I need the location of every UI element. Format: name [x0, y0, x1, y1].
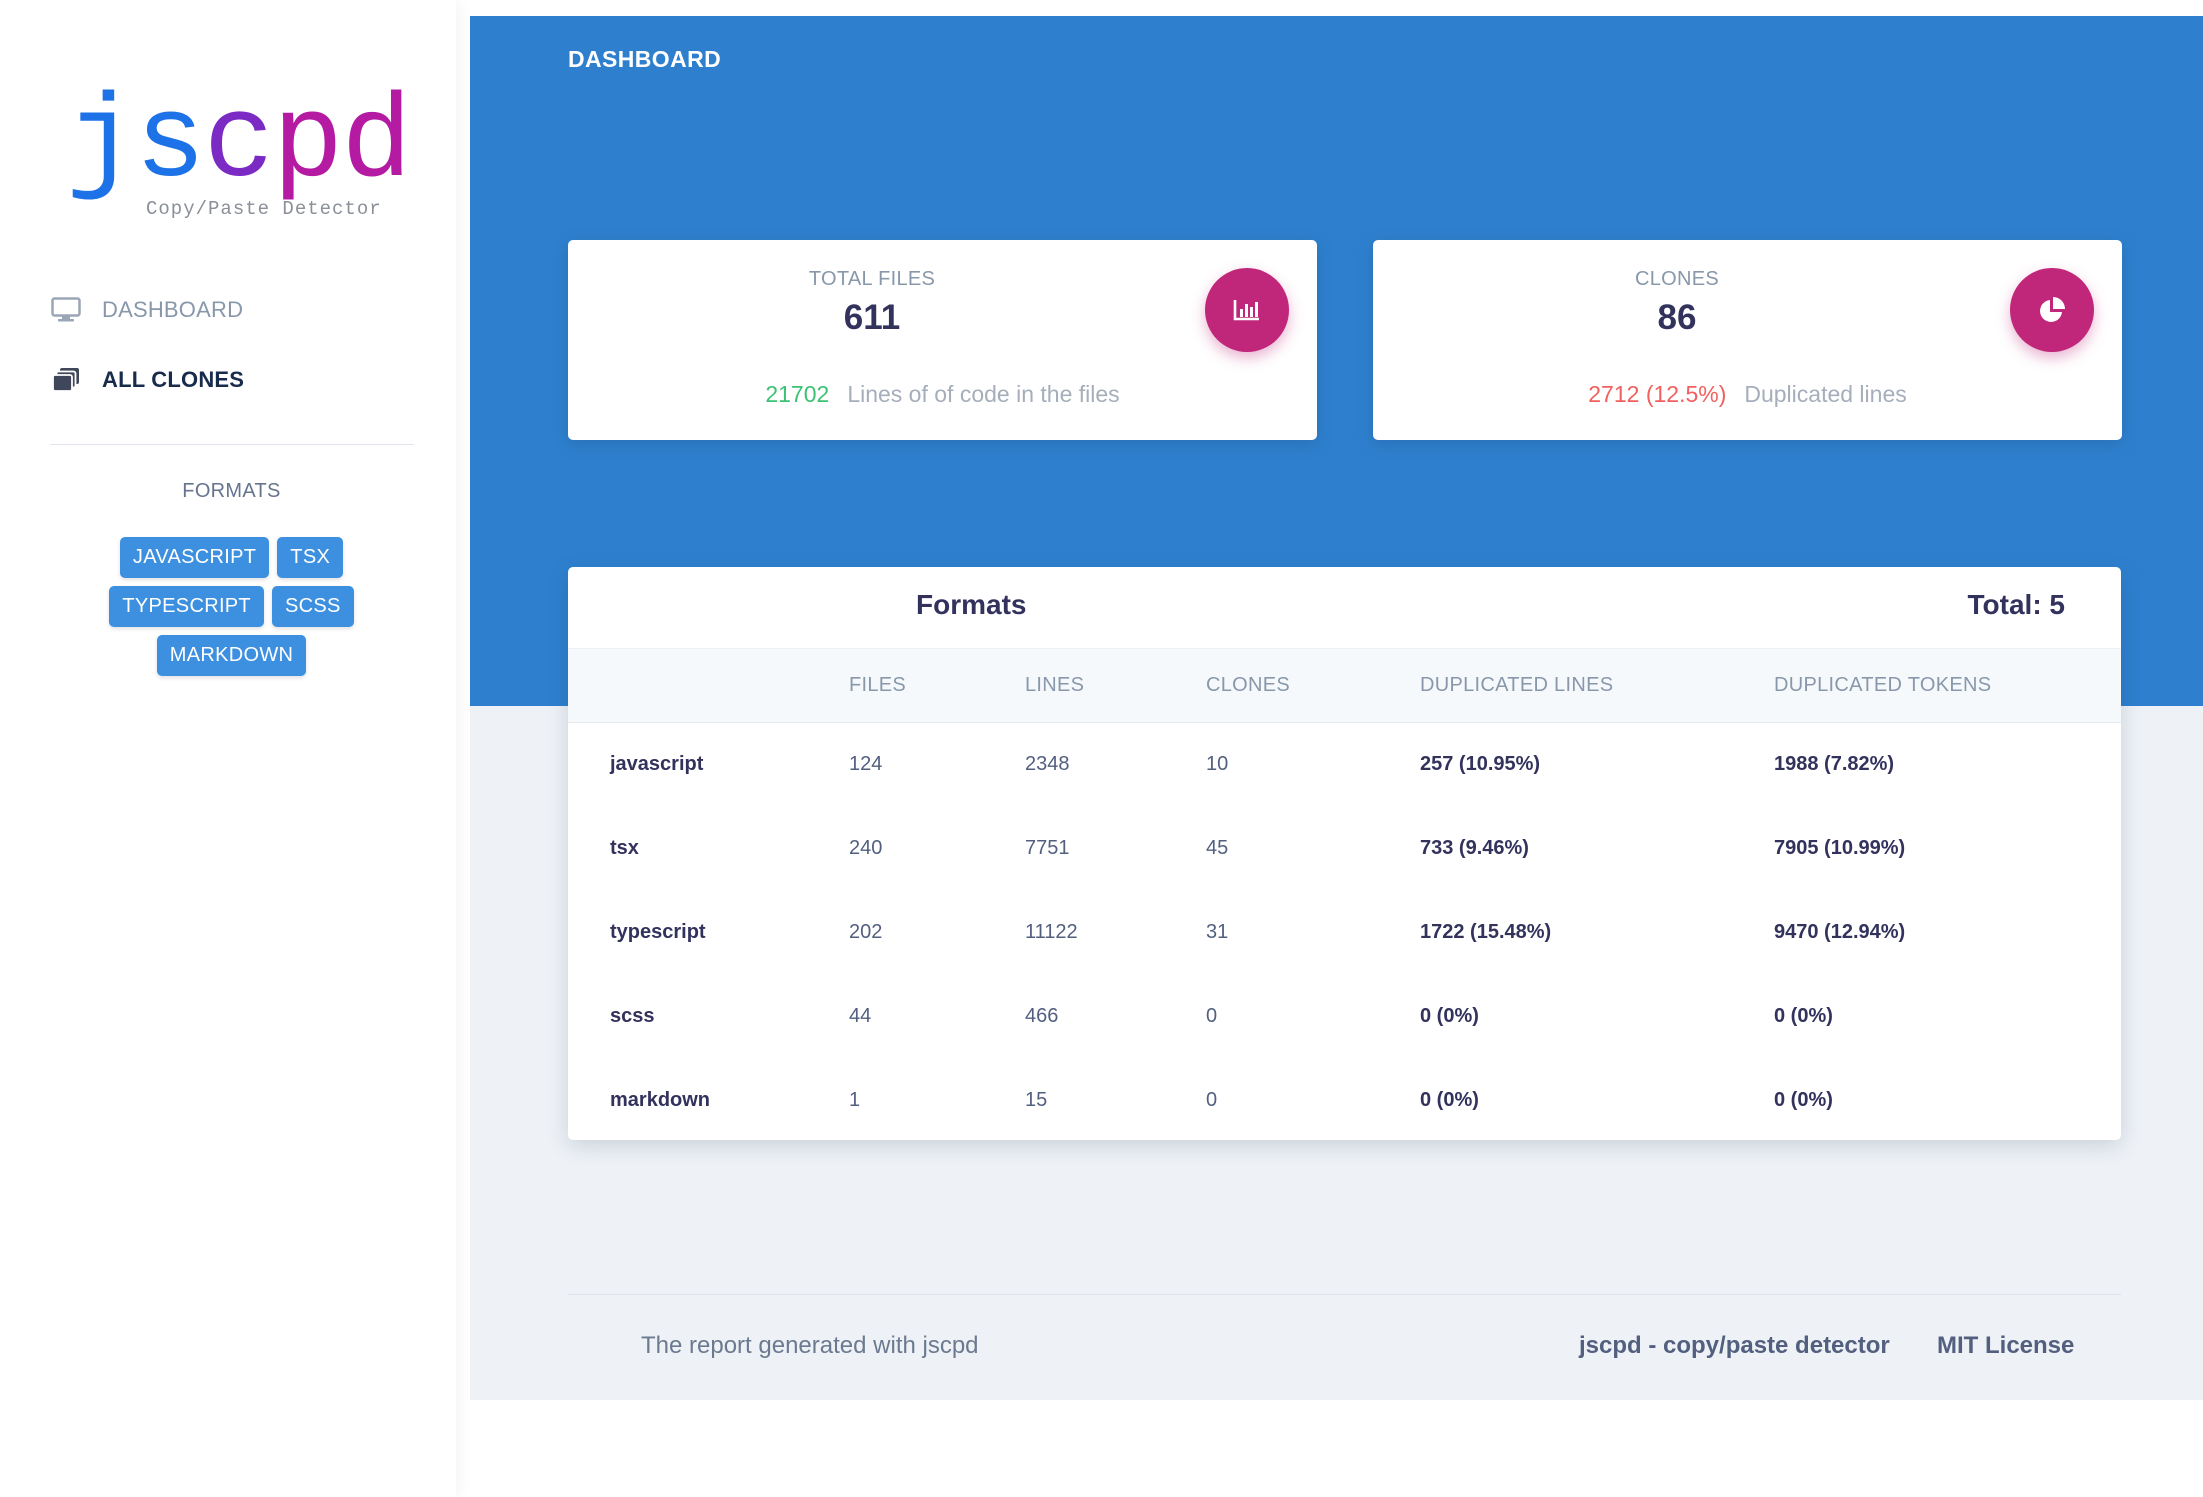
- total-files-card: TOTAL FILES 611 21702 Lines of of code in…: [568, 240, 1317, 440]
- bottom-area: [470, 1400, 2203, 1497]
- duplicated-lines: 257 (10.95%): [1420, 753, 1541, 775]
- format-name: typescript: [610, 921, 706, 943]
- files-count: 44: [849, 1005, 872, 1027]
- nav-item-dashboard[interactable]: DASHBOARD: [50, 293, 243, 327]
- sidebar-divider: [50, 444, 414, 445]
- clones-count: 31: [1206, 921, 1229, 943]
- format-name: markdown: [610, 1089, 711, 1111]
- files-count: 202: [849, 921, 883, 943]
- formats-table-total: Total: 5: [1967, 589, 2065, 620]
- total-files-label: TOTAL FILES: [808, 268, 936, 290]
- page-title: DASHBOARD: [568, 46, 722, 72]
- files-count: 124: [849, 753, 883, 775]
- duplicated-tokens: 9470 (12.94%): [1774, 921, 1906, 943]
- top-strip: [470, 0, 2203, 16]
- clones-count: 0: [1206, 1089, 1218, 1111]
- format-badges-row-1: JAVASCRIPT TSX: [0, 537, 463, 578]
- footer-link-jscpd[interactable]: jscpd - copy/paste detector: [1579, 1332, 1890, 1360]
- format-name: tsx: [610, 837, 639, 859]
- duplicated-lines: 1722 (15.48%): [1420, 921, 1552, 943]
- nav-label-dashboard: DASHBOARD: [102, 297, 244, 322]
- lines-count: 11122: [1025, 921, 1078, 943]
- column-header-duplicated-tokens: DUPLICATED TOKENS: [1774, 674, 1992, 696]
- format-badge-javascript[interactable]: JAVASCRIPT: [119, 537, 270, 578]
- duplicated-lines-description: Duplicated lines: [1744, 381, 1907, 407]
- duplicated-tokens: 7905 (10.99%): [1774, 837, 1906, 859]
- clones-stack-icon: [50, 365, 82, 395]
- total-lines-value: 21702: [765, 381, 830, 407]
- table-row[interactable]: javascript 124 2348 10 257 (10.95%) 1988…: [568, 722, 2121, 806]
- format-name: scss: [610, 1005, 655, 1027]
- duplicated-tokens: 1988 (7.82%): [1774, 753, 1895, 775]
- column-header-duplicated-lines: DUPLICATED LINES: [1420, 674, 1614, 696]
- pie-chart-icon: [2010, 268, 2094, 352]
- lines-count: 466: [1025, 1005, 1059, 1027]
- format-badge-tsx[interactable]: TSX: [277, 537, 344, 578]
- table-row[interactable]: tsx 240 7751 45 733 (9.46%) 7905 (10.99%…: [568, 806, 2121, 890]
- sidebar: jscpd Copy/Paste Detector DASHBOARD ALL …: [0, 0, 456, 1497]
- format-badges-row-2: TYPESCRIPT SCSS: [0, 586, 463, 627]
- total-lines-description: Lines of of code in the files: [847, 381, 1120, 407]
- table-row[interactable]: markdown 1 15 0 0 (0%) 0 (0%): [568, 1058, 2121, 1140]
- total-files-footnote: 21702 Lines of of code in the files: [568, 381, 1317, 408]
- column-header-lines: LINES: [1025, 674, 1085, 696]
- format-badge-markdown[interactable]: MARKDOWN: [156, 635, 307, 676]
- duplicated-tokens: 0 (0%): [1774, 1005, 1833, 1027]
- duplicated-tokens: 0 (0%): [1774, 1089, 1833, 1111]
- format-badges-row-3: MARKDOWN: [0, 635, 463, 676]
- formats-table-card: Formats Total: 5 FILES LINES CLONES DUPL…: [568, 567, 2121, 1140]
- files-count: 240: [849, 837, 883, 859]
- clones-label: CLONES: [1634, 268, 1720, 290]
- logo-wordmark: jscpd: [66, 78, 412, 211]
- clones-value: 86: [1657, 298, 1697, 337]
- column-header-clones: CLONES: [1206, 674, 1291, 696]
- clones-count: 0: [1206, 1005, 1218, 1027]
- bar-chart-icon: [1205, 268, 1289, 352]
- footer-link-license[interactable]: MIT License: [1937, 1332, 2074, 1360]
- format-badge-typescript[interactable]: TYPESCRIPT: [109, 586, 264, 627]
- format-badge-scss[interactable]: SCSS: [271, 586, 354, 627]
- column-header-files: FILES: [849, 674, 907, 696]
- nav-item-all-clones[interactable]: ALL CLONES: [50, 363, 244, 397]
- nav-label-all-clones: ALL CLONES: [102, 367, 245, 392]
- duplicated-lines: 0 (0%): [1420, 1005, 1479, 1027]
- footer-divider: [568, 1294, 2121, 1295]
- table-row[interactable]: scss 44 466 0 0 (0%) 0 (0%): [568, 974, 2121, 1058]
- footer-note: The report generated with jscpd: [641, 1332, 979, 1359]
- clones-count: 10: [1206, 753, 1229, 775]
- lines-count: 7751: [1025, 837, 1070, 859]
- formats-table-header: FILES LINES CLONES DUPLICATED LINES DUPL…: [568, 648, 2121, 723]
- total-files-value: 611: [843, 298, 901, 337]
- clones-card: CLONES 86 2712 (12.5%) Duplicated lines: [1373, 240, 2122, 440]
- table-row[interactable]: typescript 202 11122 31 1722 (15.48%) 94…: [568, 890, 2121, 974]
- files-count: 1: [849, 1089, 861, 1111]
- lines-count: 15: [1025, 1089, 1048, 1111]
- format-name: javascript: [610, 753, 704, 775]
- formats-table-title: Formats: [916, 589, 1027, 620]
- duplicated-lines-value: 2712 (12.5%): [1588, 381, 1727, 407]
- clones-footnote: 2712 (12.5%) Duplicated lines: [1373, 381, 2122, 408]
- lines-count: 2348: [1025, 753, 1070, 775]
- duplicated-lines: 733 (9.46%): [1420, 837, 1529, 859]
- jscpd-logo[interactable]: jscpd Copy/Paste Detector: [66, 86, 426, 226]
- clones-count: 45: [1206, 837, 1229, 859]
- monitor-icon: [50, 295, 82, 325]
- duplicated-lines: 0 (0%): [1420, 1089, 1479, 1111]
- logo-tagline: Copy/Paste Detector: [146, 198, 382, 220]
- formats-heading: FORMATS: [182, 480, 281, 502]
